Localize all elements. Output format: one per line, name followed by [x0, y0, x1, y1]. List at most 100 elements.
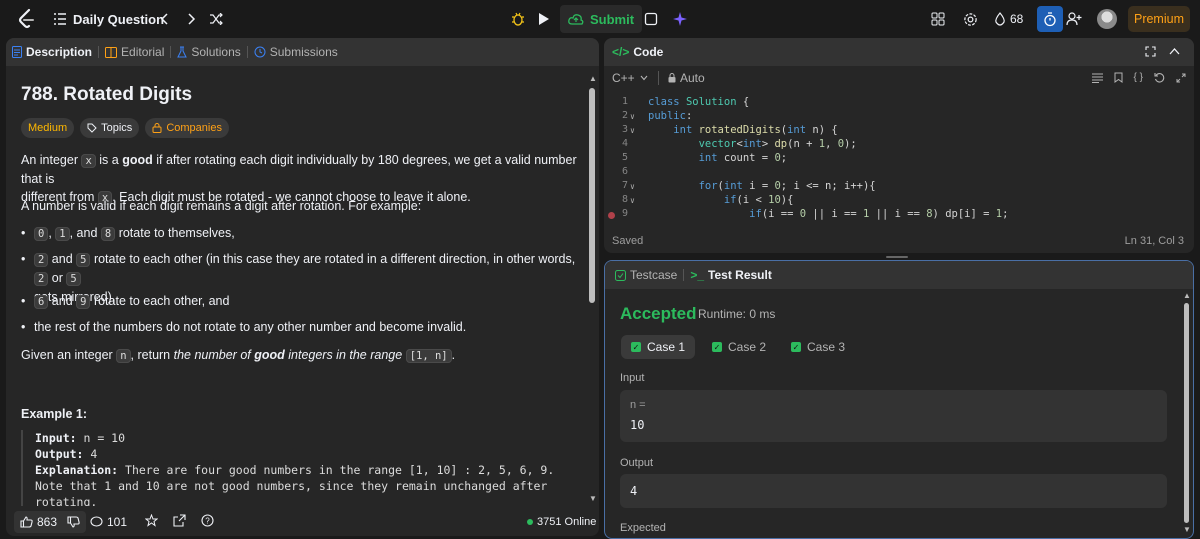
case-tab-3[interactable]: ✓ Case 3 [781, 335, 855, 359]
text: rotate to each other (in this case they … [90, 252, 576, 266]
run-button[interactable] [538, 0, 550, 38]
fold-icon[interactable]: ∨ [630, 126, 635, 135]
reset-icon[interactable] [1154, 72, 1165, 83]
maximize-icon[interactable] [1145, 46, 1156, 60]
prev-problem-icon[interactable] [160, 0, 170, 38]
braces-icon[interactable]: { } [1134, 72, 1143, 83]
example-title: Example 1: [21, 407, 88, 421]
input-box: n = 10 [620, 390, 1167, 442]
panel-resize-handle[interactable] [886, 256, 908, 258]
online-status: 3751 Online [527, 516, 596, 528]
case-label: Case 1 [647, 340, 686, 354]
avatar[interactable] [1097, 0, 1117, 38]
fold-icon[interactable]: ∨ [630, 196, 635, 205]
settings-gear-icon[interactable] [963, 0, 978, 38]
case-label: Case 3 [807, 340, 846, 354]
code-text: if(i == 0 || i == 1 || i == 8) dp[i] = 1… [749, 208, 1009, 220]
result-scrollbar[interactable]: ▲ ▼ [1183, 291, 1191, 536]
inline-code: 0 [34, 227, 49, 241]
notes-icon[interactable] [644, 0, 658, 38]
expected-label: Expected [620, 522, 666, 534]
streak-counter[interactable]: 68 [994, 0, 1023, 38]
text: rotate to themselves, [115, 226, 235, 240]
star-icon[interactable] [144, 513, 159, 530]
code-text: class Solution { [648, 96, 750, 108]
expand-icon[interactable] [1176, 73, 1186, 83]
example-explanation-label: Explanation: [35, 463, 119, 477]
online-count: 3751 Online [537, 516, 597, 528]
example-explanation-text: There are four good numbers in the range… [118, 463, 555, 477]
next-problem-icon[interactable] [186, 0, 196, 38]
inline-code: 2 [34, 272, 49, 286]
premium-label: Premium [1133, 12, 1184, 26]
scroll-up-arrow[interactable]: ▲ [1183, 291, 1191, 300]
tab-testcase[interactable]: Testcase [605, 261, 683, 289]
tab-submissions-label: Submissions [269, 45, 338, 59]
lock-icon [668, 73, 676, 83]
topics-tag[interactable]: Topics [80, 118, 140, 138]
text: rotate to each other, and [90, 294, 230, 308]
auto-mode-toggle[interactable]: Auto [668, 71, 705, 85]
scroll-thumb[interactable] [1184, 303, 1189, 523]
leetcode-logo[interactable] [16, 0, 36, 38]
like-button[interactable]: 863 [14, 511, 87, 533]
difficulty-label: Medium [28, 122, 68, 134]
premium-button[interactable]: Premium [1128, 6, 1190, 32]
svg-text:?: ? [205, 517, 210, 526]
example-block: Input: n = 10 Output: 4 Explanation: The… [21, 430, 561, 506]
ai-sparkle-icon[interactable] [672, 0, 688, 38]
difficulty-badge[interactable]: Medium [21, 118, 75, 138]
fold-icon[interactable]: ∨ [630, 112, 635, 121]
text: is a [95, 153, 123, 167]
problem-content: 788. Rotated Digits Medium Topics Compan… [6, 66, 586, 506]
problem-list-button[interactable]: Daily Question [53, 0, 164, 38]
output-label: Output [620, 457, 654, 469]
tab-solutions[interactable]: Solutions [171, 38, 246, 66]
code-text: if(i < 10){ [723, 194, 794, 206]
tab-test-result-label: Test Result [708, 268, 772, 282]
bookmark-icon[interactable] [1114, 72, 1123, 83]
case-tab-2[interactable]: ✓ Case 2 [702, 335, 776, 359]
thumbs-up-icon [20, 516, 33, 528]
scroll-down-arrow[interactable]: ▼ [589, 494, 597, 503]
share-icon[interactable] [173, 514, 186, 530]
tab-description[interactable]: Description [6, 38, 98, 66]
tab-submissions[interactable]: Submissions [248, 38, 344, 66]
line-number: 6 [621, 166, 628, 177]
language-select[interactable]: C++ [612, 71, 648, 85]
submit-button[interactable]: Submit [560, 5, 643, 33]
format-lines-icon[interactable] [1091, 73, 1103, 83]
like-count: 863 [37, 515, 58, 529]
collapse-icon[interactable] [1169, 46, 1180, 60]
scroll-up-arrow[interactable]: ▲ [589, 74, 597, 83]
comments-button[interactable]: 101 [90, 515, 127, 529]
add-user-icon[interactable] [1066, 0, 1082, 38]
text: and [48, 252, 77, 266]
example-output-value: 4 [83, 447, 98, 461]
code-editor[interactable]: 1 class Solution { 2 ∨ public: 3 ∨ int rotat… [604, 94, 1184, 224]
line-number: 1 [621, 96, 628, 107]
tab-code[interactable]: </> Code [604, 38, 669, 66]
top-bar: Daily Question Submit 68 Premium [0, 0, 1200, 38]
help-icon[interactable]: ? [201, 514, 214, 530]
editor-actions: { } [1091, 72, 1186, 83]
scroll-thumb[interactable] [589, 88, 595, 303]
check-icon: ✓ [631, 342, 641, 352]
tab-code-label: Code [633, 45, 664, 59]
shuffle-icon[interactable] [209, 0, 223, 38]
description-footer: 863 101 ? 3751 Online [6, 508, 599, 536]
tab-editorial[interactable]: Editorial [99, 38, 170, 66]
companies-tag[interactable]: Companies [145, 118, 229, 138]
saved-status: Saved [612, 235, 644, 247]
layout-grid-icon[interactable] [931, 0, 945, 38]
inline-code: x [81, 154, 96, 168]
timer-icon[interactable] [1037, 6, 1063, 32]
line-number: 9 [621, 208, 628, 219]
fold-icon[interactable]: ∨ [630, 182, 635, 191]
tab-test-result[interactable]: >_ Test Result [684, 261, 777, 289]
description-scrollbar[interactable]: ▲ ▼ [588, 74, 597, 504]
text: the rest of the numbers do not rotate to… [34, 320, 467, 334]
debug-icon[interactable] [510, 0, 526, 38]
case-tab-1[interactable]: ✓ Case 1 [621, 335, 696, 359]
scroll-down-arrow[interactable]: ▼ [1183, 525, 1191, 534]
